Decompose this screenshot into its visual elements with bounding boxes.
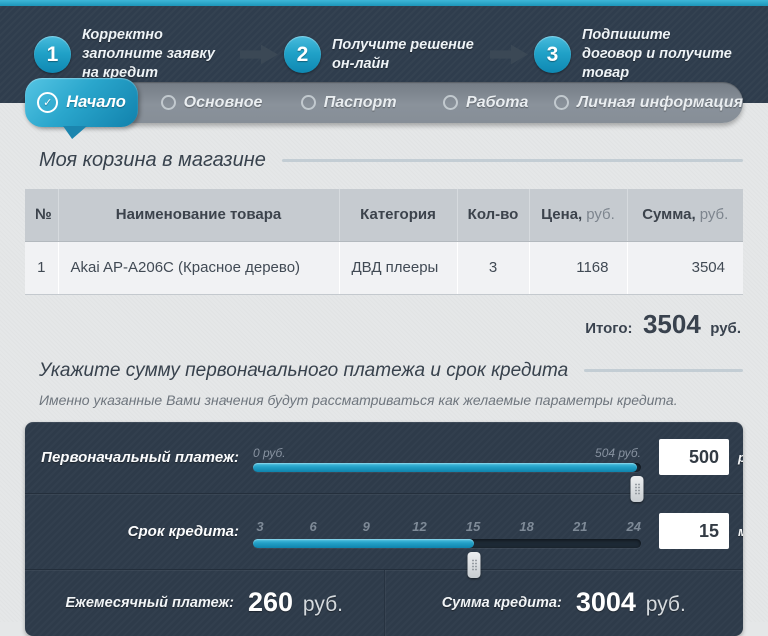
active-tab-tail — [63, 126, 87, 139]
tab-passport[interactable]: Паспорт — [280, 94, 417, 112]
grip-dots-icon — [471, 559, 477, 571]
cart-table-row: 1 Akai AP-A206C (Красное дерево) ДВД пле… — [25, 241, 743, 294]
term-input[interactable] — [659, 513, 729, 549]
cell-price: 1168 — [529, 241, 627, 294]
credit-sum-cell: Сумма кредита: 3004 руб. — [384, 570, 744, 636]
credit-title-text: Укажите сумму первоначального платежа и … — [39, 360, 568, 382]
radio-circle-icon — [161, 95, 176, 110]
credit-section-title: Укажите сумму первоначального платежа и … — [25, 360, 743, 382]
title-rule — [282, 159, 743, 162]
col-header-sum: Сумма,руб. — [627, 189, 743, 241]
term-slider-fill — [253, 539, 474, 548]
check-circle-icon: ✓ — [37, 92, 58, 113]
term-slider-track[interactable] — [253, 539, 641, 548]
cart-table-header-row: № Наименование товара Категория Кол-во Ц… — [25, 189, 743, 241]
term-label: Срок кредита: — [25, 523, 253, 540]
down-payment-scale: 0 руб. 504 руб. — [253, 442, 641, 463]
col-header-qty: Кол-во — [457, 189, 529, 241]
radio-circle-icon — [554, 95, 569, 110]
col-header-price: Цена,руб. — [529, 189, 627, 241]
cell-category: ДВД плееры — [339, 241, 457, 294]
total-label: Итого: — [585, 320, 632, 337]
credit-sum-label: Сумма кредита: — [442, 595, 562, 611]
cart-section-title: Моя корзина в магазине — [25, 149, 743, 172]
step-3-number-badge: 3 — [534, 36, 571, 73]
total-unit: руб. — [710, 320, 741, 337]
step-3-label: Подпишите договор и получите товар — [582, 26, 734, 83]
term-ticks: 3 6 9 12 15 18 21 24 — [253, 514, 641, 539]
cell-sum: 3504 — [627, 241, 743, 294]
tab-main[interactable]: Основное — [143, 94, 280, 112]
cell-num: 1 — [25, 241, 58, 294]
tabbar-wrap: ✓ Начало Основное Паспорт Работа — [0, 82, 768, 123]
monthly-payment-value: 260 руб. — [248, 587, 343, 618]
step-2: 2 Получите решение он-лайн — [284, 36, 484, 74]
tab-start-label: Начало — [66, 93, 126, 112]
monthly-payment-unit — [295, 593, 301, 616]
col-header-product: Наименование товара — [58, 189, 339, 241]
tab-personal-info[interactable]: Личная информация — [554, 94, 743, 112]
title-rule — [584, 369, 743, 372]
tab-personal-info-label: Личная информация — [577, 94, 743, 112]
down-payment-input[interactable] — [659, 439, 729, 475]
monthly-payment-label: Ежемесячный платеж: — [66, 595, 235, 611]
term-row: Срок кредита: 3 6 9 12 15 18 21 24 — [25, 493, 743, 569]
down-payment-slider-track[interactable] — [253, 463, 641, 472]
cart-title-text: Моя корзина в магазине — [39, 149, 266, 172]
cell-qty: 3 — [457, 241, 529, 294]
grip-dots-icon — [634, 483, 640, 495]
step-1-label: Корректно заполните заявку на кредит — [82, 26, 234, 83]
term-slider-handle[interactable] — [468, 552, 481, 578]
down-payment-label: Первоначальный платеж: — [25, 449, 253, 466]
down-payment-sliderbox: 0 руб. 504 руб. — [253, 442, 641, 472]
wizard-tabbar: ✓ Начало Основное Паспорт Работа — [25, 82, 743, 123]
arrow-right-icon — [240, 42, 278, 68]
credit-subtitle: Именно указанные Вами значения будут рас… — [39, 392, 743, 408]
step-1-number-badge: 1 — [34, 36, 71, 73]
arrow-right-icon — [490, 42, 528, 68]
tab-start-active[interactable]: ✓ Начало — [25, 78, 138, 127]
slider-max-label: 504 руб. — [595, 446, 641, 460]
credit-application-page: 1 Корректно заполните заявку на кредит 2… — [0, 0, 768, 622]
tab-passport-label: Паспорт — [324, 94, 397, 112]
cart-total: Итого: 3504 руб. — [25, 309, 741, 340]
main-content: Моя корзина в магазине № Наименование то… — [0, 149, 768, 636]
tab-work[interactable]: Работа — [417, 94, 554, 112]
col-header-category: Категория — [339, 189, 457, 241]
tab-work-label: Работа — [466, 94, 528, 112]
radio-circle-icon — [443, 95, 458, 110]
step-3: 3 Подпишите договор и получите товар — [534, 26, 734, 83]
term-valbox: мес. — [659, 513, 743, 549]
step-1: 1 Корректно заполните заявку на кредит — [34, 26, 234, 83]
cell-product-name: Akai AP-A206C (Красное дерево) — [58, 241, 339, 294]
term-unit: мес. — [738, 524, 743, 539]
cart-table: № Наименование товара Категория Кол-во Ц… — [25, 189, 743, 295]
credit-sum-unit — [638, 593, 644, 616]
radio-circle-icon — [301, 95, 316, 110]
down-payment-slider-fill — [253, 463, 637, 472]
credit-sum-value: 3004 руб. — [576, 587, 686, 618]
term-sliderbox: 3 6 9 12 15 18 21 24 — [253, 514, 641, 548]
inactive-tabs: Основное Паспорт Работа Личная информаци… — [143, 94, 743, 112]
total-value: 3504 — [643, 309, 701, 339]
down-payment-slider-handle[interactable] — [631, 476, 644, 502]
col-header-num: № — [25, 189, 58, 241]
down-payment-valbox: руб. — [659, 439, 743, 475]
tab-main-label: Основное — [184, 94, 263, 112]
credit-calculator-panel: Первоначальный платеж: 0 руб. 504 руб. р… — [25, 422, 743, 636]
monthly-payment-cell: Ежемесячный платеж: 260 руб. — [25, 570, 384, 636]
step-2-number-badge: 2 — [284, 36, 321, 73]
down-payment-row: Первоначальный платеж: 0 руб. 504 руб. р… — [25, 422, 743, 493]
slider-min-label: 0 руб. — [253, 446, 286, 460]
summary-row: Ежемесячный платеж: 260 руб. Сумма креди… — [25, 569, 743, 636]
step-2-label: Получите решение он-лайн — [332, 36, 484, 74]
down-payment-unit: руб. — [738, 450, 743, 465]
